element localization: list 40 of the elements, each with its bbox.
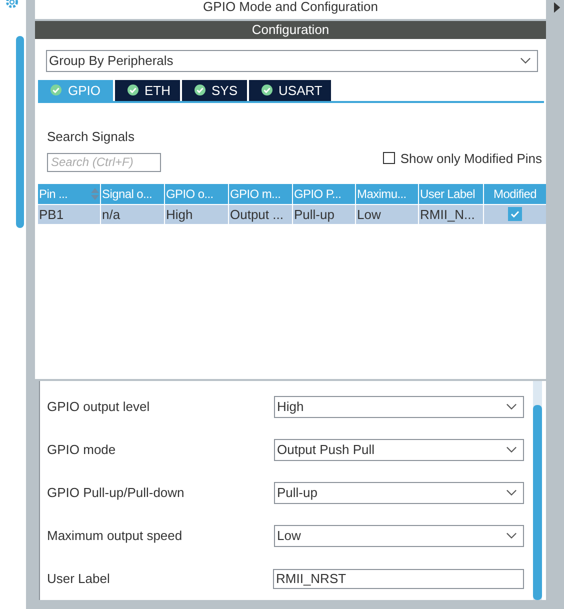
setting-dropdown[interactable]: High	[274, 396, 524, 418]
setting-label: Maximum output speed	[47, 528, 182, 543]
group-by-dropdown[interactable]: Group By Peripherals	[46, 50, 538, 72]
panel-title: GPIO Mode and Configuration	[35, 0, 546, 19]
check-circle-icon	[260, 84, 273, 96]
table-cell: RMII_N...	[419, 204, 483, 224]
table-cell: Pull-up	[293, 204, 355, 224]
table-cell: n/a	[101, 204, 164, 224]
chevron-down-icon	[506, 446, 517, 454]
check-circle-icon	[50, 84, 62, 96]
chevron-down-icon	[506, 402, 517, 410]
setting-dropdown[interactable]: Output Push Pull	[274, 438, 524, 460]
table-cell: Output ...	[229, 204, 292, 224]
chevron-down-icon	[506, 488, 517, 496]
setting-dropdown[interactable]: Low	[274, 524, 524, 546]
chevron-down-icon	[520, 56, 531, 65]
table-row[interactable]: PB1 n/a High Output ... Pull-up Low RMII_N...	[38, 204, 543, 224]
table-cell: PB1	[38, 204, 100, 224]
user-label-field[interactable]: RMII_NRST	[273, 568, 524, 588]
show-modified-checkbox[interactable]: Show only Modified Pins	[383, 150, 542, 166]
modified-checkbox[interactable]	[508, 207, 522, 222]
search-field[interactable]: Search (Ctrl+F)	[47, 152, 161, 172]
scrollbar-thumb[interactable]	[533, 405, 542, 600]
setting-label: GPIO output level	[47, 399, 150, 414]
peripheral-tab[interactable]: USART	[248, 80, 332, 101]
scrollbar-thumb[interactable]	[16, 36, 24, 228]
setting-label: User Label	[47, 571, 110, 586]
chevron-down-icon	[506, 532, 517, 540]
check-circle-icon	[126, 84, 139, 96]
setting-label: GPIO mode	[47, 442, 116, 457]
section-header: Configuration	[35, 20, 546, 39]
table-cell: Low	[356, 204, 418, 224]
search-label: Search Signals	[47, 128, 136, 144]
collapse-arrow-icon[interactable]	[554, 2, 561, 13]
setting-label: GPIO Pull-up/Pull-down	[47, 485, 184, 500]
setting-dropdown[interactable]: Pull-up	[274, 482, 524, 504]
peripheral-tab[interactable]: ETH	[114, 80, 180, 101]
peripheral-tab[interactable]: SYS	[182, 80, 247, 101]
check-circle-icon	[194, 84, 206, 96]
table-cell: High	[165, 204, 228, 224]
